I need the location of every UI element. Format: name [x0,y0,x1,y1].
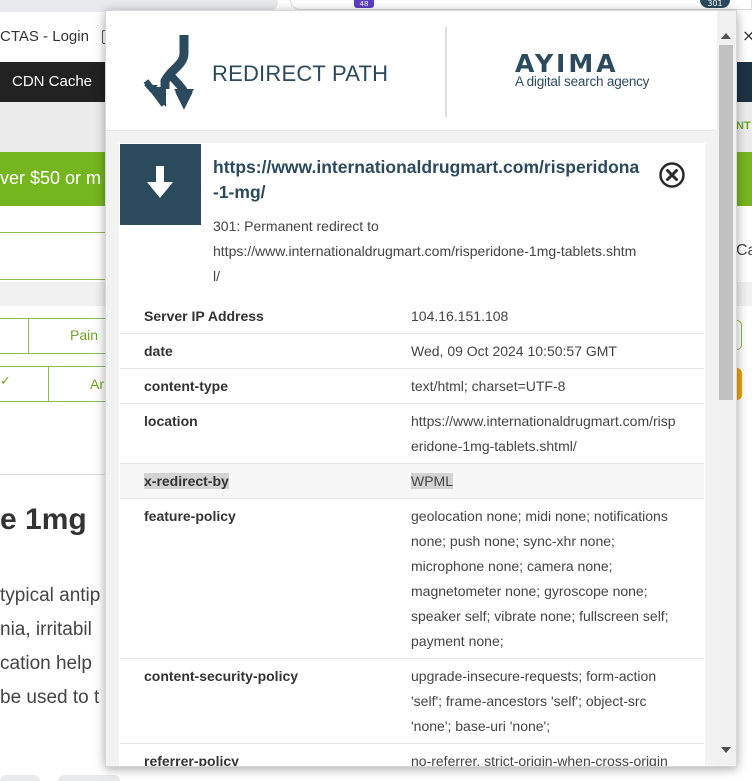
highlighted-key: x-redirect-by [144,473,229,489]
download-icon[interactable] [120,144,201,225]
header-row: Server IP Address 104.16.151.108 [120,299,704,333]
table-cell-pain[interactable]: Pain [70,327,98,343]
header-divider [445,27,447,117]
header-row: referrer-policy no-referrer, strict-orig… [120,743,704,767]
site-right-fragment-ca: Ca [736,242,752,259]
header-key: content-type [144,378,228,394]
header-value: text/html; charset=UTF-8 [411,378,566,394]
promo-text: ver $50 or m [0,168,102,188]
paragraph-line: nia, irritabil [0,619,92,640]
header-value: Wed, 09 Oct 2024 10:50:57 GMT [411,343,617,359]
redirect-status-line: 301: Permanent redirect to [213,218,379,234]
redirect-status: 301: Permanent redirect to https://www.i… [213,214,643,289]
header-key: date [144,343,173,359]
header-key: x-redirect-by [144,469,404,494]
header-key: feature-policy [144,508,236,524]
header-row: x-redirect-by WPML [120,463,704,498]
product-heading: e 1mg [0,503,87,536]
redirect-target-url[interactable]: https://www.internationaldrugmart.com/ri… [213,239,643,289]
redirect-path-popup: REDIRECT PATH AYIMA A digital search age… [105,10,737,767]
table-divider [48,366,49,402]
header-row: content-security-policy upgrade-insecure… [120,658,704,743]
header-row: location https://www.internationaldrugma… [120,403,704,463]
brand-name: REDIRECT PATH [212,61,389,86]
http-headers-table: Server IP Address 104.16.151.108 date We… [120,299,704,767]
header-row: feature-policy geolocation none; midi no… [120,498,704,658]
close-circle-icon[interactable] [658,161,686,189]
redirect-path-logo-icon [143,35,194,110]
site-input-box[interactable] [0,232,108,280]
header-row: date Wed, 09 Oct 2024 10:50:57 GMT [120,333,704,368]
header-row: content-type text/html; charset=UTF-8 [120,368,704,403]
close-icon[interactable]: × [742,26,752,45]
highlighted-value: WPML [411,473,453,489]
paragraph-line: typical antip [0,585,101,606]
popup-header: REDIRECT PATH AYIMA A digital search age… [106,11,717,131]
redirect-card: https://www.internationaldrugmart.com/ri… [119,143,705,767]
scroll-down-arrow-icon[interactable] [721,747,731,753]
header-value: https://www.internationaldrugmart.com/ri… [411,413,676,454]
header-key: referrer-policy [144,753,239,767]
header-key: content-security-policy [144,668,299,684]
extension-badge[interactable]: 48 [354,0,374,8]
scroll-up-arrow-icon[interactable] [721,33,731,39]
nav-item-cdn-cache[interactable]: CDN Cache [12,73,92,90]
scrollbar-thumb[interactable] [719,45,733,400]
check-icon: ✓ [0,374,11,389]
paragraph-line: cation help [0,653,92,674]
header-value: geolocation none; midi none; notificatio… [411,508,669,649]
ayima-tagline: A digital search agency [515,74,650,89]
redirect-source-url[interactable]: https://www.internationaldrugmart.com/ri… [213,155,643,205]
popup-scrollbar[interactable] [717,11,736,766]
divider [0,474,110,475]
paragraph-line: be used to t [0,687,100,708]
header-value: upgrade-insecure-requests; form-action '… [411,668,657,734]
redirect-path-extension-icon[interactable]: 301 [700,0,730,8]
table-divider [28,318,29,354]
header-value: no-referrer, strict-origin-when-cross-or… [411,753,668,767]
header-value: WPML [411,469,681,494]
bookmark-ctas-login[interactable]: CTAS - Login [0,28,89,45]
header-value: 104.16.151.108 [411,308,509,324]
table-cell-an[interactable]: Ar [90,376,104,392]
bottom-tab[interactable] [58,775,120,781]
header-key: location [144,413,198,429]
site-right-fragment: NT [736,120,751,132]
header-key: Server IP Address [144,308,264,324]
bottom-tab[interactable] [0,775,40,781]
nav-right-edge [736,62,752,102]
